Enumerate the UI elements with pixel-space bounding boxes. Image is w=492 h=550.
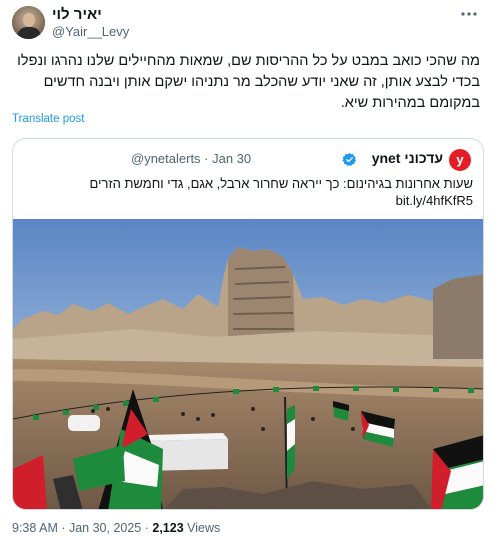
more-horizontal-icon[interactable]: [458, 5, 480, 23]
tweet-text: מה שהכי כואב במבט על כל ההריסות שם, שמאו…: [17, 53, 480, 111]
quoted-tweet-link[interactable]: bit.ly/4hfKfR5: [396, 193, 473, 208]
quoted-tweet-text: שעות אחרונות בגיהינום: כך ייראה שחרור אר…: [89, 176, 473, 191]
ynet-logo: y: [449, 149, 471, 171]
tweet-timestamp[interactable]: 9:38 AM · Jan 30, 2025 ·: [12, 521, 152, 535]
views-count: 2,123: [152, 521, 184, 535]
author-name[interactable]: יאיר לוי: [52, 6, 102, 23]
avatar[interactable]: [12, 6, 45, 39]
quoted-tweet-header: y ynet עדכוני @ynetalerts · Jan 30: [13, 149, 483, 171]
quoted-author-handle-date[interactable]: @ynetalerts · Jan 30: [131, 151, 251, 166]
quoted-author-name[interactable]: ynet עדכוני: [372, 150, 443, 166]
views-label: Views: [183, 521, 221, 535]
tweet: יאיר לוי @Yair__Levy מה שהכי כואב במבט ע…: [0, 0, 492, 550]
tweet-footer: 9:38 AM · Jan 30, 2025 · 2,123 Views: [12, 521, 220, 535]
quoted-tweet-photo[interactable]: [13, 219, 484, 510]
translate-post-link[interactable]: Translate post: [12, 113, 84, 125]
verified-badge-icon: [342, 152, 357, 166]
quoted-tweet[interactable]: y ynet עדכוני @ynetalerts · Jan 30 שעות …: [12, 138, 484, 510]
author-handle[interactable]: @Yair__Levy: [52, 24, 129, 39]
